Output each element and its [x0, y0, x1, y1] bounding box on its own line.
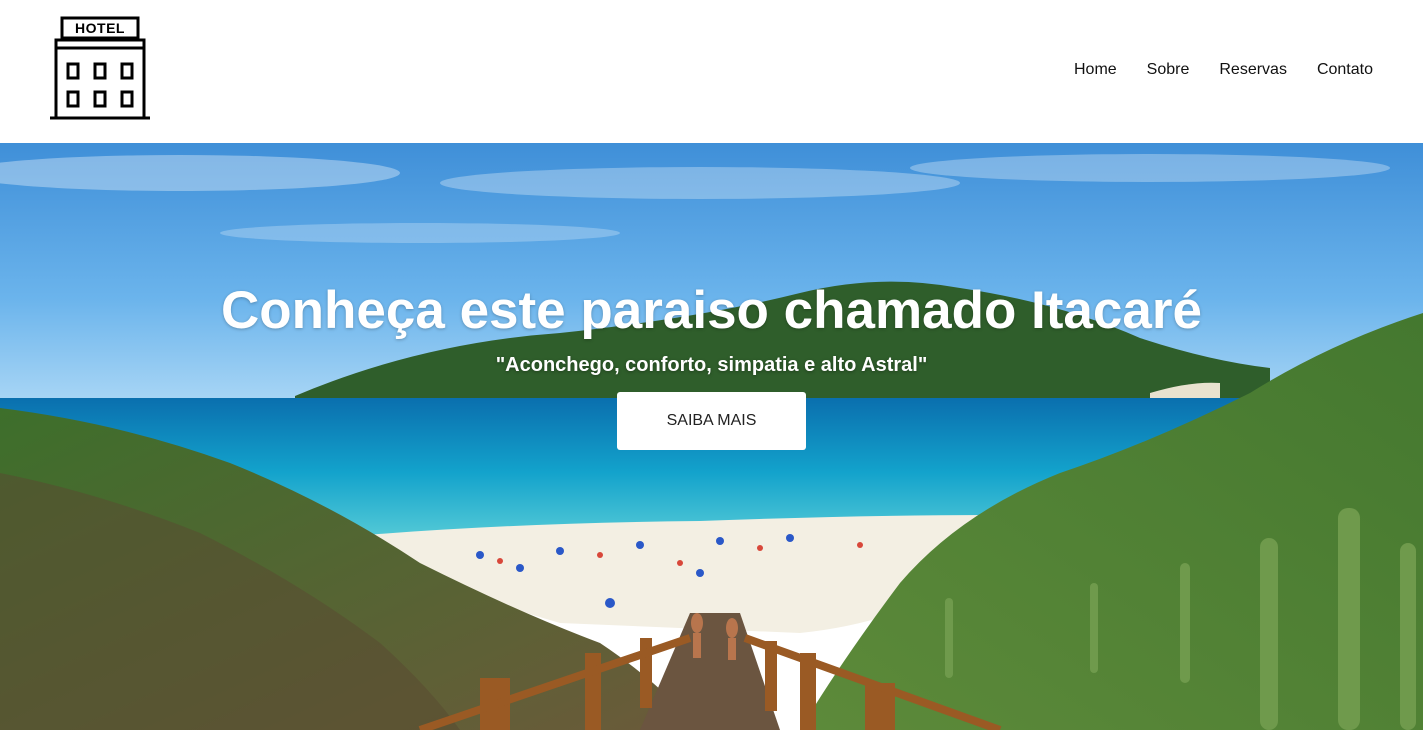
nav-reservas[interactable]: Reservas	[1219, 60, 1287, 80]
hotel-logo[interactable]: HOTEL	[48, 16, 152, 122]
nav-contato[interactable]: Contato	[1317, 60, 1373, 80]
logo-label: HOTEL	[75, 20, 125, 36]
saiba-mais-button[interactable]: SAIBA MAIS	[617, 392, 806, 450]
hero-title: Conheça este paraiso chamado Itacaré	[221, 281, 1202, 340]
nav-home[interactable]: Home	[1074, 60, 1117, 80]
nav-sobre[interactable]: Sobre	[1147, 60, 1190, 80]
hero-section: Conheça este paraiso chamado Itacaré "Ac…	[0, 143, 1423, 730]
hero-subtitle: "Aconchego, conforto, simpatia e alto As…	[495, 354, 928, 376]
main-nav: Home Sobre Reservas Contato	[1074, 60, 1373, 80]
site-header: HOTEL Home Sobre Reservas Contato	[0, 0, 1423, 143]
